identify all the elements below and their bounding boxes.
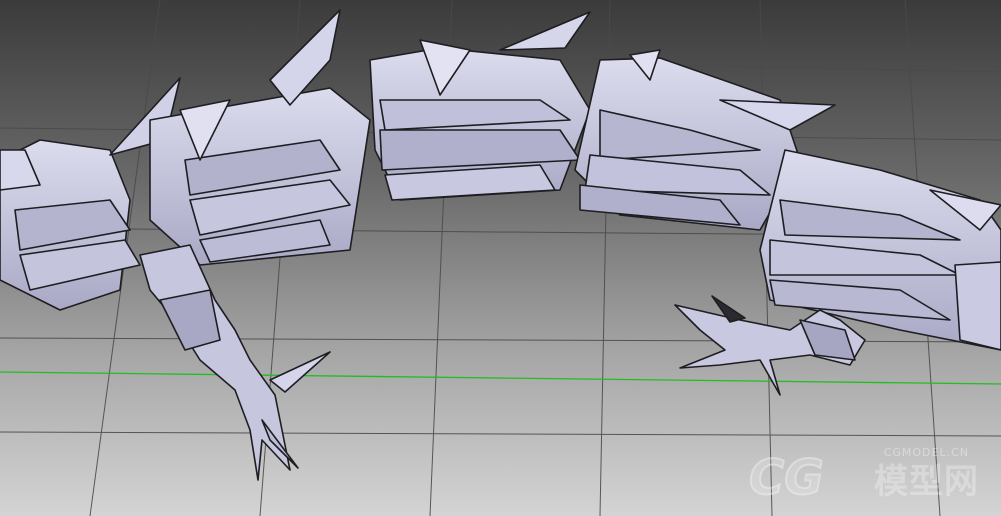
3d-viewport[interactable]: CG CGMODEL.CN 模型网 [0,0,1001,516]
viewport-scene[interactable] [0,0,1001,516]
